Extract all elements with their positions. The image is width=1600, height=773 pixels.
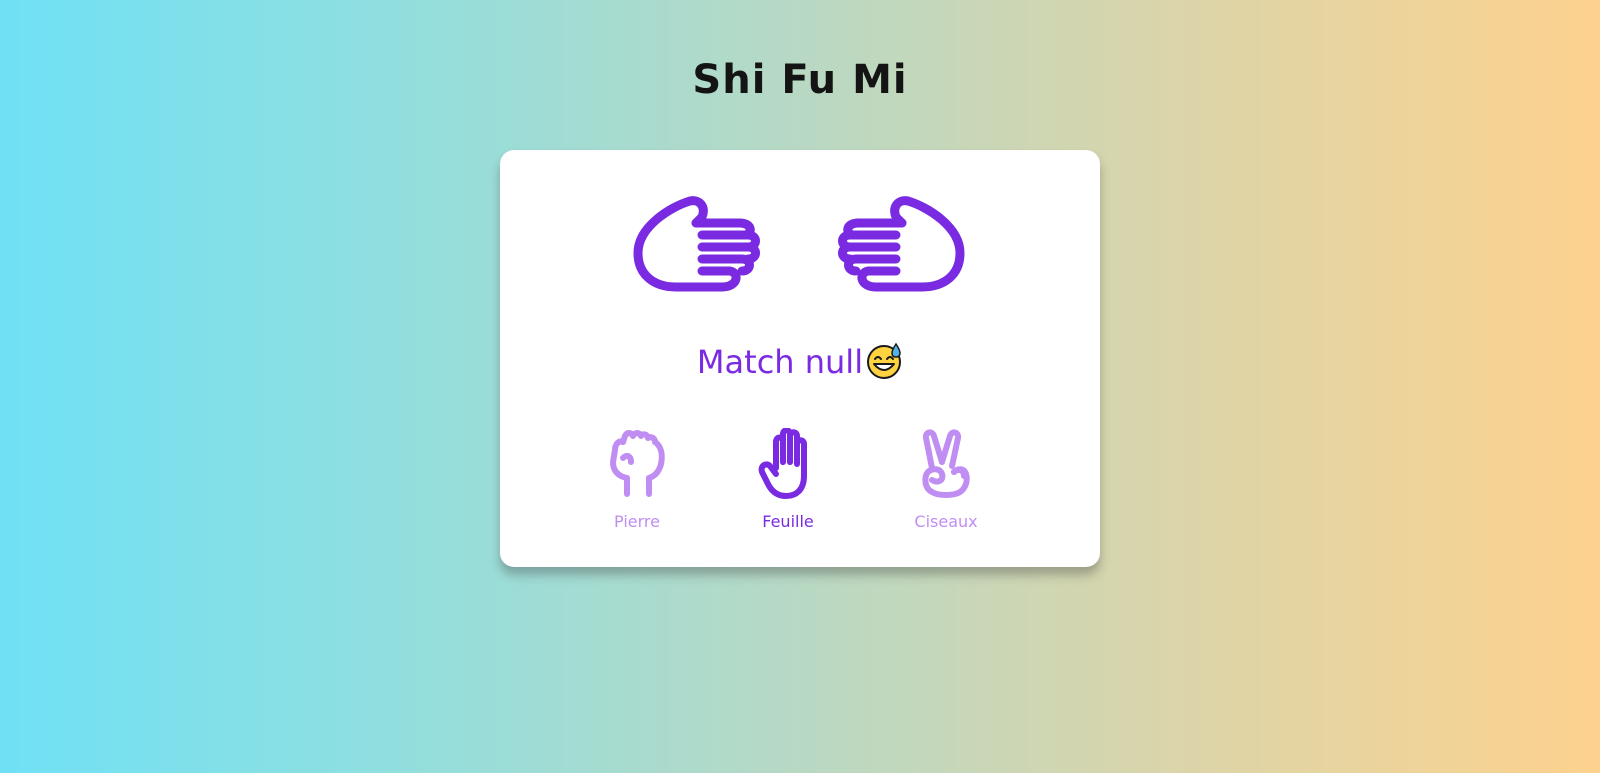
- game-card: Match null Pierre Feuille Ciseaux: [500, 150, 1100, 567]
- raised-hand-icon: [758, 428, 807, 499]
- fist-icon: [610, 430, 665, 497]
- computer-hand: [838, 195, 968, 295]
- open-hand-right-icon: [633, 196, 760, 292]
- open-hand-left-icon: [838, 196, 965, 292]
- victory-hand-icon: [922, 429, 970, 498]
- choice-ciseaux-button[interactable]: Ciseaux: [886, 428, 1006, 538]
- page-title: Shi Fu Mi: [692, 57, 908, 103]
- result-text: Match null: [696, 343, 864, 381]
- choice-feuille-button[interactable]: Feuille: [728, 428, 848, 538]
- result-message: Match null: [500, 340, 1100, 384]
- choice-feuille-label: Feuille: [762, 512, 814, 531]
- choice-ciseaux-label: Ciseaux: [914, 512, 978, 531]
- choice-pierre-label: Pierre: [614, 512, 660, 531]
- choice-pierre-button[interactable]: Pierre: [577, 428, 697, 538]
- player-hand: [630, 195, 760, 295]
- grinning-sweat-face-icon: [865, 342, 903, 380]
